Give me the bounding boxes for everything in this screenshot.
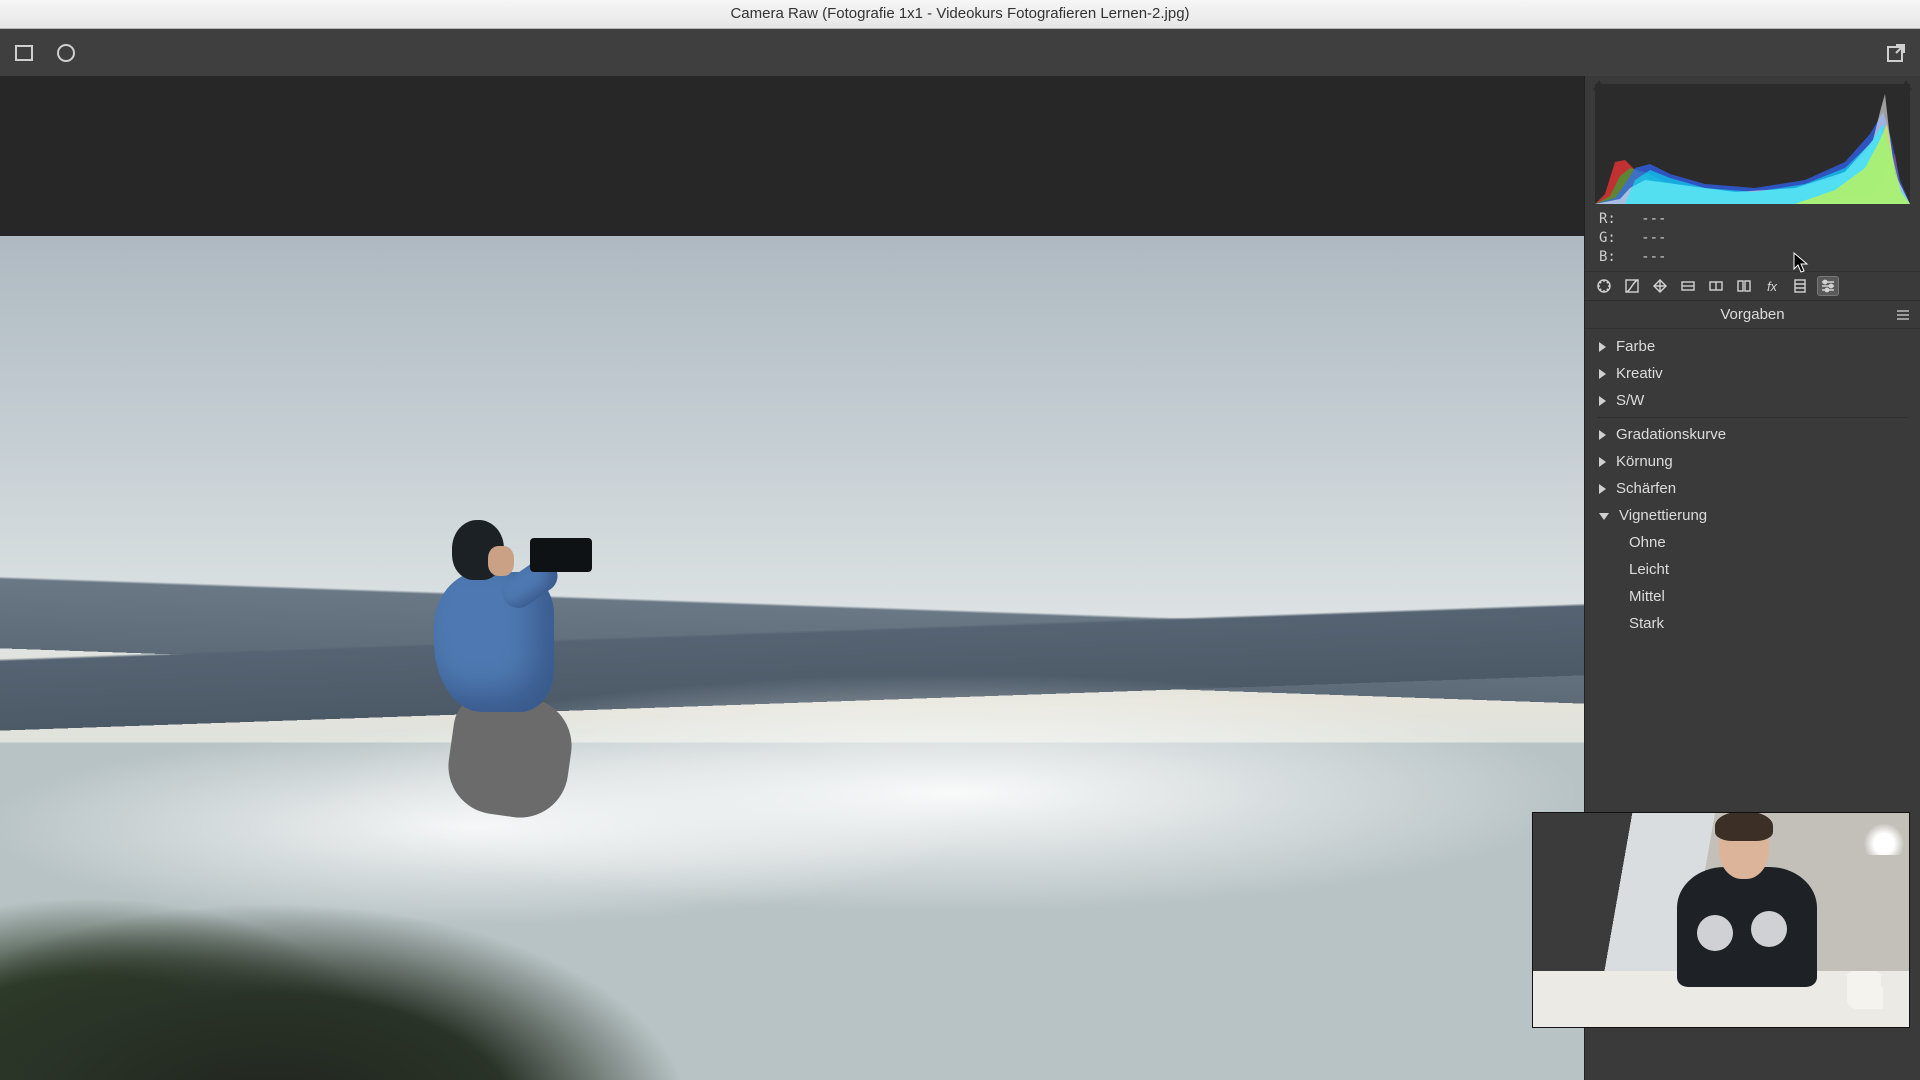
webcam-person (1663, 812, 1813, 991)
tab-detail-icon[interactable] (1649, 276, 1671, 296)
disclosure-triangle-icon (1599, 513, 1609, 520)
tab-basic-icon[interactable] (1593, 276, 1615, 296)
preset-item-label: Mittel (1629, 588, 1665, 605)
readout-r-value: --- (1641, 211, 1666, 227)
preset-group-label: Kreativ (1616, 365, 1663, 382)
preset-group-label: Gradationskurve (1616, 426, 1726, 443)
disclosure-triangle-icon (1599, 430, 1606, 440)
preset-item-ohne[interactable]: Ohne (1585, 529, 1920, 556)
photo-subject (380, 520, 580, 820)
compare-circle-icon[interactable] (54, 41, 78, 65)
preset-group-gradationskurve[interactable]: Gradationskurve (1585, 421, 1920, 448)
preset-group-koernung[interactable]: Körnung (1585, 448, 1920, 475)
tab-tone-curve-icon[interactable] (1621, 276, 1643, 296)
disclosure-triangle-icon (1599, 484, 1606, 494)
panel-title: Vorgaben (1720, 306, 1784, 323)
image-canvas[interactable] (0, 76, 1584, 1080)
disclosure-triangle-icon (1599, 457, 1606, 467)
preset-group-kreativ[interactable]: Kreativ (1585, 360, 1920, 387)
tab-lens-icon[interactable] (1733, 276, 1755, 296)
canvas-padding-top (0, 76, 1584, 236)
preset-item-label: Ohne (1629, 534, 1666, 551)
tab-split-tone-icon[interactable] (1705, 276, 1727, 296)
webcam-overlay (1532, 812, 1910, 1028)
preset-item-label: Stark (1629, 615, 1664, 632)
open-in-icon[interactable] (1884, 41, 1908, 65)
disclosure-triangle-icon (1599, 396, 1606, 406)
panel-title-bar: Vorgaben (1585, 301, 1920, 329)
preset-group-separator (1597, 417, 1908, 418)
preset-group-label: Farbe (1616, 338, 1655, 355)
preset-group-label: Schärfen (1616, 480, 1676, 497)
disclosure-triangle-icon (1599, 369, 1606, 379)
tab-presets-icon[interactable] (1817, 276, 1839, 296)
readout-b-value: --- (1641, 249, 1666, 265)
preset-item-label: Leicht (1629, 561, 1669, 578)
preset-group-label: S/W (1616, 392, 1644, 409)
tab-calibration-icon[interactable] (1789, 276, 1811, 296)
single-view-icon[interactable] (12, 41, 36, 65)
readout-g-label: G: (1599, 230, 1616, 246)
webcam-lamp (1863, 817, 1905, 855)
preset-group-schaerfen[interactable]: Schärfen (1585, 475, 1920, 502)
preset-item-stark[interactable]: Stark (1585, 610, 1920, 637)
tab-fx-icon[interactable]: fx (1761, 276, 1783, 296)
edited-photo (0, 236, 1584, 1080)
panel-tab-strip: fx (1585, 272, 1920, 301)
window-title-bar: Camera Raw (Fotografie 1x1 - Videokurs F… (0, 0, 1920, 29)
window-title: Camera Raw (Fotografie 1x1 - Videokurs F… (730, 5, 1189, 22)
histogram[interactable] (1595, 84, 1910, 204)
readout-g-value: --- (1641, 230, 1666, 246)
webcam-mug (1847, 971, 1881, 1009)
preset-group-label: Vignettierung (1619, 507, 1707, 524)
disclosure-triangle-icon (1599, 342, 1606, 352)
tab-hsl-icon[interactable] (1677, 276, 1699, 296)
readout-r-label: R: (1599, 211, 1616, 227)
preset-group-vignettierung[interactable]: Vignettierung (1585, 502, 1920, 529)
preset-item-mittel[interactable]: Mittel (1585, 583, 1920, 610)
rgb-readout: R: --- G: --- B: --- (1585, 204, 1920, 272)
preset-group-label: Körnung (1616, 453, 1673, 470)
preset-group-sw[interactable]: S/W (1585, 387, 1920, 414)
top-toolbar (0, 29, 1920, 78)
readout-b-label: B: (1599, 249, 1616, 265)
preset-item-leicht[interactable]: Leicht (1585, 556, 1920, 583)
panel-menu-icon[interactable] (1896, 308, 1910, 320)
preset-group-farbe[interactable]: Farbe (1585, 333, 1920, 360)
